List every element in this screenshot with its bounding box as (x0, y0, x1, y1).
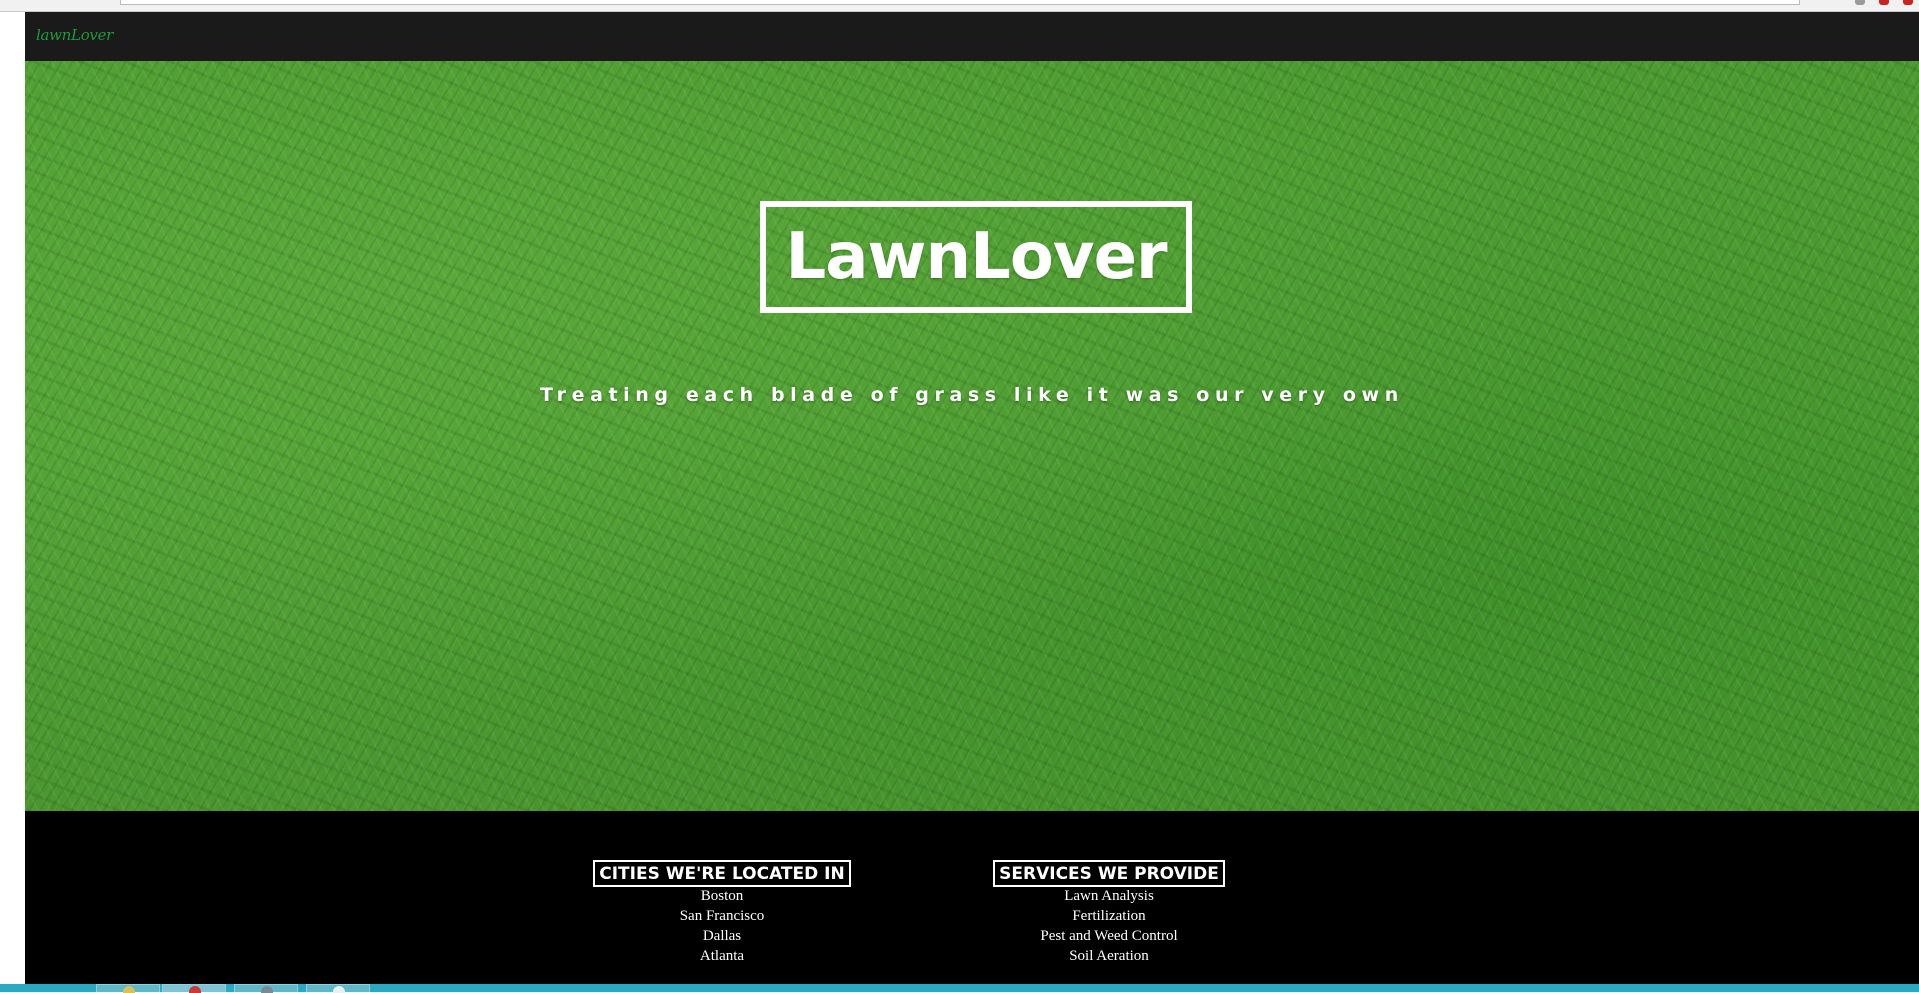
city-item: Boston (700, 888, 744, 904)
taskbar-app-button[interactable] (234, 984, 298, 993)
browser-toolbar-icons (1855, 0, 1913, 6)
brand-link[interactable]: lawnLover (36, 26, 113, 44)
browser-menu-icon[interactable] (1903, 0, 1913, 5)
cities-heading: CITIES WE'RE LOCATED IN (593, 860, 851, 887)
taskbar-browser-button[interactable] (162, 984, 226, 993)
city-item: Dallas (702, 928, 742, 944)
hero-title: LawnLover (785, 220, 1167, 294)
os-taskbar (0, 984, 1919, 993)
service-item: Fertilization (1072, 908, 1146, 924)
service-item: Pest and Weed Control (1040, 928, 1178, 944)
services-heading: SERVICES WE PROVIDE (993, 860, 1225, 887)
taskbar-app-button[interactable] (306, 984, 370, 993)
services-column: SERVICES WE PROVIDE Lawn Analysis Fertil… (991, 860, 1227, 966)
navbar: lawnLover (25, 12, 1919, 61)
cities-column: CITIES WE'RE LOCATED IN Boston San Franc… (591, 860, 853, 966)
extension-icon[interactable] (1855, 0, 1865, 5)
hero-tagline: Treating each blade of grass like it was… (540, 384, 1404, 406)
service-item: Lawn Analysis (1064, 888, 1154, 904)
city-item: San Francisco (679, 908, 765, 924)
hero-title-box: LawnLover (760, 201, 1192, 313)
extension-icon[interactable] (1879, 0, 1889, 5)
cities-list: Boston San Francisco Dallas Atlanta (591, 886, 853, 966)
taskbar-file-explorer-button[interactable] (96, 984, 160, 993)
address-bar[interactable] (120, 0, 1800, 5)
footer: CITIES WE'RE LOCATED IN Boston San Franc… (25, 811, 1919, 984)
hero-section: LawnLover Treating each blade of grass l… (25, 61, 1919, 811)
browser-chrome (0, 0, 1919, 12)
left-gutter (0, 12, 25, 984)
services-list: Lawn Analysis Fertilization Pest and Wee… (991, 886, 1227, 966)
city-item: Atlanta (699, 948, 745, 964)
service-item: Soil Aeration (1069, 948, 1149, 964)
